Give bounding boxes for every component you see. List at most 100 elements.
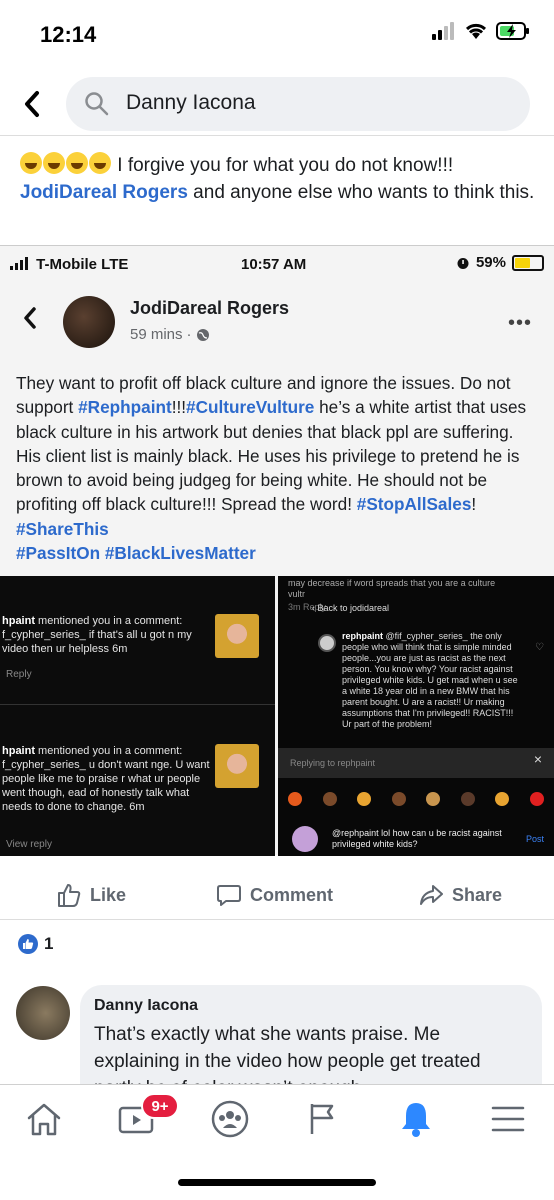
emoji-icon [529,792,544,806]
notif-user: hpaint [2,745,35,757]
comment-button[interactable]: Comment [216,882,333,908]
alarm-icon [457,257,469,269]
reply-input: @rephpaint lol how can u be racist again… [292,824,544,854]
hashtag: #ShareThis [16,518,109,539]
tab-home[interactable] [20,1097,68,1141]
tab-notifications[interactable] [392,1097,440,1141]
mention-link[interactable]: JodiDareal Rogers [20,182,188,203]
hamburger-menu-icon [491,1106,525,1132]
battery-icon [512,254,544,271]
embedded-battery-percent: 59% [475,254,506,271]
emoji-icon [357,792,372,806]
like-reaction-icon [18,934,38,954]
rephpaint-comment: rephpaint @fif_cypher_series_ the only p… [342,631,522,730]
tab-groups[interactable] [206,1097,254,1141]
replying-to: Replying to rephpaint [290,758,376,768]
battery-fill [515,257,530,268]
like-label: Like [90,884,127,905]
comment-label: Comment [250,884,334,905]
globe-icon [196,328,209,341]
meta-separator: · [186,326,192,343]
status-icons [432,22,530,40]
like-button[interactable]: Like [56,882,126,908]
reply-avatar [292,826,318,852]
reaction-count: 1 [44,934,54,953]
laughing-emoji-icon [66,152,88,174]
embedded-images: hpaint mentioned you in a comment: f_cyp… [0,576,554,856]
comment-icon [217,885,241,906]
emoji-icon [322,792,337,806]
bell-icon [402,1103,430,1137]
embedded-screenshot[interactable]: T-Mobile LTE 10:57 AM 59% JodiDareal Rog… [0,245,554,856]
thread-back-label: Back to jodidareal [317,603,390,613]
embedded-author-name: JodiDareal Rogers [130,298,290,318]
embedded-back-button [22,306,38,335]
comment-bubble: Danny Iacona That’s exactly what she wan… [80,985,542,1085]
search-icon [85,92,109,116]
comment-text: That’s exactly what she wants praise. Me… [94,1024,481,1085]
notif-user: hpaint [2,615,35,627]
groups-icon [211,1100,249,1138]
status-bar: 12:14 [0,0,554,66]
post-text-after: and anyone else who wants to think this. [187,182,535,203]
share-button[interactable]: Share [418,882,502,908]
replying-bar: Replying to rephpaint × [278,748,554,778]
signal-icon [10,257,28,270]
home-indicator [178,1179,376,1186]
thread-top-comment: may decrease if word spreads that you ar… [288,578,496,599]
divider [0,704,275,705]
hashtag: #BlackLivesMatter [104,543,256,564]
body-text: ! [471,494,477,515]
notification-2: hpaint mentioned you in a comment: f_cyp… [2,744,212,814]
notif-view-reply: View reply [6,839,52,850]
post-actions: Like Comment Share [0,870,554,920]
reply-text: @rephpaint lol how can u be racist again… [332,828,502,849]
video-notification-badge: 9+ [141,1093,179,1119]
share-icon [420,885,443,905]
flag-icon [310,1104,334,1134]
embedded-time: 10:57 AM [241,256,307,273]
hashtag: #CultureVulture [186,397,315,418]
more-options-icon: ••• [507,312,532,334]
reactions-summary[interactable]: 1 [18,934,53,954]
signal-icon [432,22,454,40]
search-input[interactable]: Danny Iacona [66,77,530,131]
emoji-icon [426,792,441,806]
tab-menu[interactable] [484,1097,532,1141]
hashtag: #PassItOn [16,543,101,564]
heart-icon: ♡ [535,642,544,653]
body-text: !!! [171,397,187,418]
commenter-avatar[interactable] [16,986,70,1040]
embedded-carrier-name: T-Mobile LTE [36,256,129,273]
comment-text: @fif_cypher_series_ the only people who … [342,631,518,729]
embedded-author-avatar [63,296,115,348]
post-text-before: I forgive you for what you do not know!!… [112,155,454,176]
emoji-icon [495,792,510,806]
emoji-row [278,784,554,814]
embedded-carrier: T-Mobile LTE [10,256,128,273]
home-icon [27,1103,61,1136]
thumbs-up-icon [58,884,81,907]
laughing-emoji-icon [43,152,65,174]
rephpaint-avatar [318,634,336,652]
thread-back-link: ‹ Back to jodidareal [312,603,390,613]
laughing-emoji-icon [20,152,42,174]
back-button[interactable] [14,84,50,124]
notification-1: hpaint mentioned you in a comment: f_cyp… [2,614,212,656]
embedded-post-meta: 59 mins · [130,326,210,343]
hashtag: #Rephpaint [78,397,172,418]
notification-thumbnail [215,614,259,658]
battery-charging-icon [496,22,529,40]
embedded-battery: 59% [456,254,544,271]
embedded-post-body: They want to profit off black culture an… [16,371,540,565]
close-icon: × [533,751,542,767]
comment-user: rephpaint [342,631,384,641]
tab-pages[interactable] [298,1097,346,1141]
share-label: Share [452,884,503,905]
notif-reply: Reply [6,669,32,680]
emoji-icon [391,792,406,806]
reply-post: Post [525,834,544,844]
commenter-name[interactable]: Danny Iacona [94,997,198,1015]
post-text: I forgive you for what you do not know!!… [20,152,540,206]
search-query: Danny Iacona [126,91,256,114]
